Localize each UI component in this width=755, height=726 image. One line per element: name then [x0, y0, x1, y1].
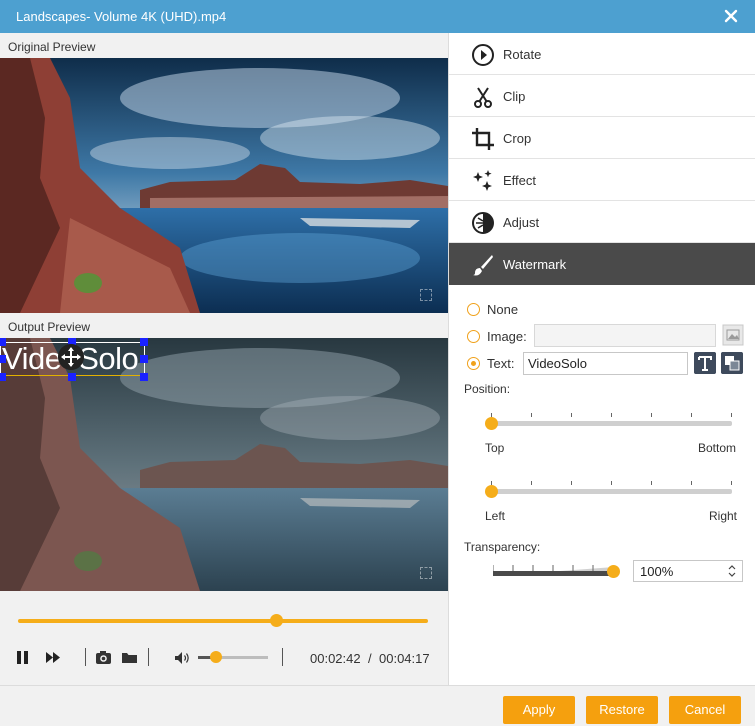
menu-item-label: Clip	[503, 89, 526, 104]
resize-handle[interactable]	[68, 373, 76, 381]
close-icon[interactable]	[721, 6, 741, 26]
volume-icon[interactable]	[174, 651, 191, 665]
slider-tick	[611, 481, 612, 485]
radio-text-label: Text:	[487, 356, 515, 371]
menu-item-clip[interactable]: Clip	[449, 75, 755, 117]
radio-text[interactable]	[467, 357, 480, 370]
rotate-icon	[472, 44, 494, 66]
position-left-label: Left	[485, 509, 506, 523]
slider-tick	[611, 413, 612, 417]
expand-icon[interactable]	[420, 289, 432, 301]
radio-image-label: Image:	[487, 329, 527, 344]
output-preview-label: Output Preview	[8, 320, 91, 334]
scissors-icon	[474, 87, 492, 108]
menu-item-effect[interactable]: Effect	[449, 159, 755, 201]
resize-handle[interactable]	[0, 355, 6, 363]
text-color-icon[interactable]	[721, 352, 743, 374]
horizontal-position-thumb[interactable]	[485, 485, 498, 498]
transparency-spinbox[interactable]: 100%	[633, 560, 743, 582]
text-font-icon[interactable]	[694, 352, 716, 374]
resize-handle[interactable]	[140, 373, 148, 381]
menu-item-label: Adjust	[503, 215, 540, 230]
crop-icon	[472, 128, 494, 150]
menu-item-adjust[interactable]: Adjust	[449, 201, 755, 243]
original-preview-label: Original Preview	[8, 40, 96, 54]
vertical-position-slider[interactable]	[491, 421, 732, 426]
image-path-field[interactable]	[534, 324, 716, 347]
resize-handle[interactable]	[140, 355, 148, 363]
slider-tick	[531, 481, 532, 485]
expand-icon[interactable]	[420, 567, 432, 579]
slider-tick	[531, 413, 532, 417]
slider-tick	[651, 413, 652, 417]
current-time: 00:02:42	[310, 651, 361, 666]
restore-button[interactable]: Restore	[586, 696, 658, 724]
divider	[85, 648, 86, 666]
slider-tick	[571, 413, 572, 417]
output-preview: VideoSolo	[0, 338, 448, 591]
radio-image[interactable]	[467, 330, 480, 343]
divider	[148, 648, 149, 666]
resize-handle[interactable]	[140, 338, 148, 346]
pause-icon[interactable]	[16, 650, 30, 665]
resize-handle[interactable]	[0, 338, 6, 346]
original-preview-image	[0, 58, 448, 313]
slider-tick	[731, 481, 732, 485]
position-top-label: Top	[485, 441, 505, 455]
slider-tick	[651, 481, 652, 485]
title-bar: Landscapes- Volume 4K (UHD).mp4	[0, 0, 755, 33]
brush-icon	[473, 255, 493, 276]
menu-item-label: Crop	[503, 131, 532, 146]
slider-tick	[691, 481, 692, 485]
folder-icon[interactable]	[121, 651, 138, 664]
resize-handle[interactable]	[0, 373, 6, 381]
adjust-icon	[472, 212, 494, 234]
watermark-text-field[interactable]	[523, 352, 688, 375]
camera-icon[interactable]	[95, 650, 112, 665]
original-preview	[0, 58, 448, 313]
transparency-value: 100%	[640, 564, 674, 579]
transparency-label: Transparency:	[464, 540, 541, 554]
sparkle-icon	[473, 170, 492, 191]
transparency-slider[interactable]	[493, 562, 616, 578]
time-separator: /	[368, 651, 372, 666]
move-icon[interactable]	[58, 344, 84, 370]
window-title: Landscapes- Volume 4K (UHD).mp4	[16, 9, 227, 24]
menu-item-watermark[interactable]: Watermark	[449, 243, 755, 285]
divider	[282, 648, 283, 666]
menu-item-label: Effect	[503, 173, 537, 188]
fast-forward-icon[interactable]	[45, 651, 61, 664]
radio-none[interactable]	[467, 303, 480, 316]
seek-bar[interactable]	[18, 619, 428, 623]
menu-item-label: Rotate	[503, 47, 542, 62]
menu-item-crop[interactable]: Crop	[449, 117, 755, 159]
horizontal-position-slider[interactable]	[491, 489, 732, 494]
volume-thumb[interactable]	[209, 651, 222, 663]
menu-item-label: Watermark	[503, 257, 567, 272]
spin-arrows-icon[interactable]	[728, 564, 736, 578]
menu-item-rotate[interactable]: Rotate	[449, 33, 755, 75]
total-time: 00:04:17	[379, 651, 430, 666]
vertical-position-thumb[interactable]	[485, 417, 498, 430]
slider-tick	[571, 481, 572, 485]
radio-none-label: None	[487, 302, 519, 317]
cancel-button[interactable]: Cancel	[669, 696, 741, 724]
position-right-label: Right	[709, 509, 738, 523]
image-picker-icon[interactable]	[722, 324, 744, 346]
position-bottom-label: Bottom	[698, 441, 737, 455]
slider-tick	[731, 413, 732, 417]
position-label: Position:	[464, 382, 511, 396]
slider-tick	[691, 413, 692, 417]
apply-button[interactable]: Apply	[503, 696, 575, 724]
transparency-thumb[interactable]	[607, 565, 620, 578]
